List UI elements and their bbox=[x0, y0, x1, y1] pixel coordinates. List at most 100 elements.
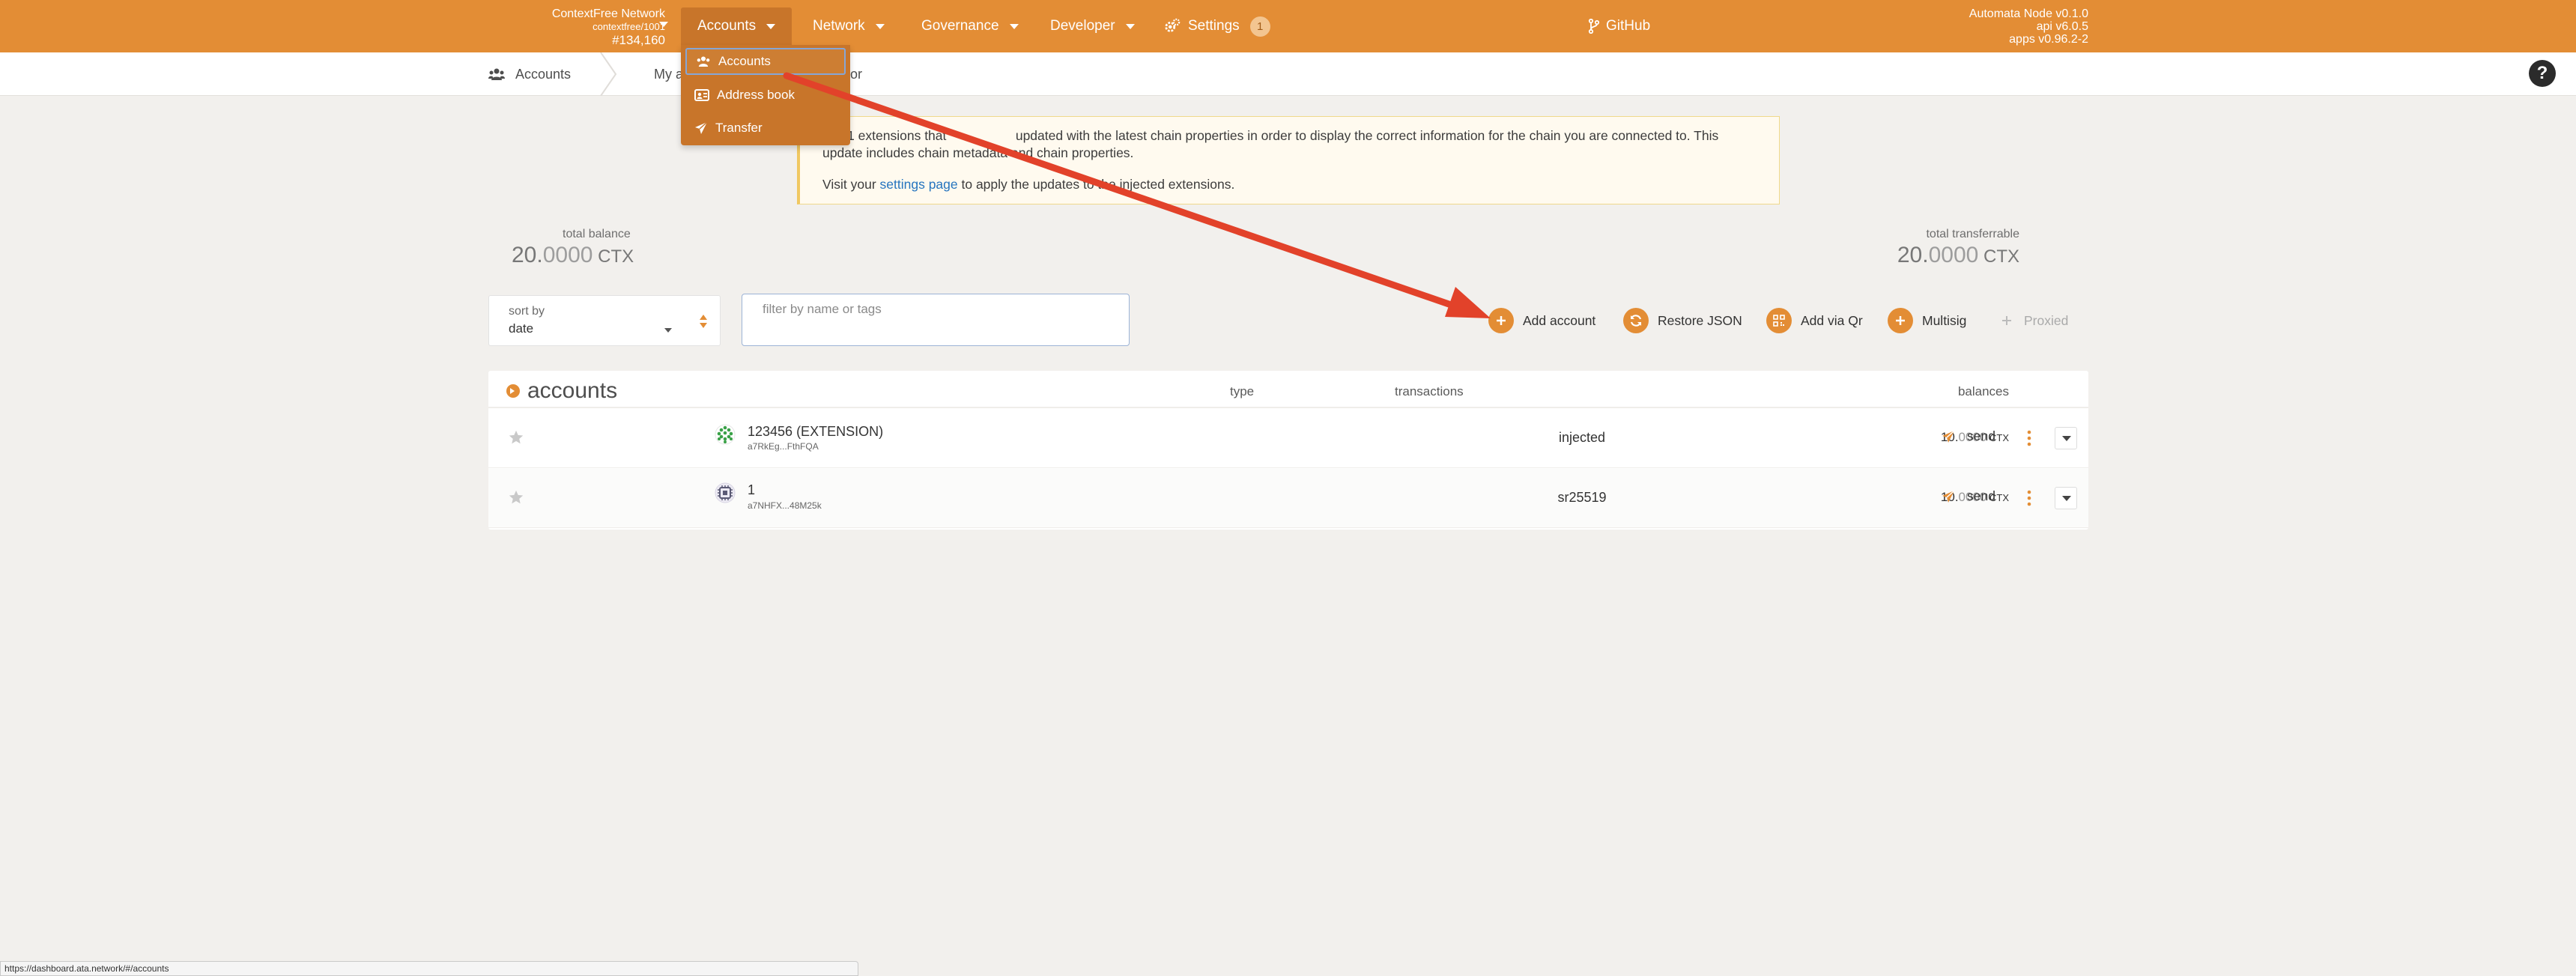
total-transferrable-decimal: 0000 bbox=[1928, 243, 1979, 267]
filter-input[interactable]: filter by name or tags bbox=[742, 294, 1130, 346]
add-account-label: Add account bbox=[1523, 312, 1596, 328]
nav-governance-label: Governance bbox=[921, 18, 999, 34]
total-balance-decimal: 0000 bbox=[542, 243, 593, 267]
dropdown-accounts-label: Accounts bbox=[718, 54, 771, 68]
sort-by-value: date bbox=[509, 321, 534, 336]
nav-accounts[interactable]: Accounts bbox=[681, 7, 793, 45]
users-icon bbox=[488, 68, 505, 80]
column-header-balances: balances bbox=[1957, 384, 2009, 398]
sub-tabs-bar: Accounts My a tor bbox=[0, 52, 2576, 96]
nav-network-label: Network bbox=[813, 18, 865, 34]
nav-github[interactable]: GitHub bbox=[1572, 7, 1667, 45]
api-version: api v6.0.5 bbox=[2036, 20, 2088, 33]
accounts-dropdown-menu: Accounts Address book Transfer bbox=[681, 45, 850, 145]
send-label: send bbox=[1967, 428, 1995, 443]
total-balance-integer: 20. bbox=[512, 243, 543, 267]
nav-github-label: GitHub bbox=[1606, 18, 1651, 34]
sort-by-select[interactable]: sort by date bbox=[488, 295, 721, 346]
column-header-transactions: transactions bbox=[1395, 384, 1464, 398]
filter-placeholder: filter by name or tags bbox=[763, 302, 882, 316]
table-row[interactable]: 1 a7NHFX...48M25k sr25519 10.0000 CTX se… bbox=[488, 469, 2088, 528]
more-options-icon[interactable] bbox=[2027, 490, 2031, 506]
settings-badge: 1 bbox=[1249, 16, 1270, 37]
nav-governance[interactable]: Governance bbox=[905, 7, 1035, 45]
help-button[interactable]: ? bbox=[2529, 60, 2556, 87]
chain-name: ContextFree Network bbox=[551, 7, 665, 20]
plus-icon bbox=[1888, 308, 1913, 333]
account-address: a7RkEg...FthFQA bbox=[748, 441, 819, 452]
paper-plane-icon bbox=[1942, 489, 1955, 503]
play-circle-icon bbox=[506, 384, 520, 398]
chevron-down-icon[interactable] bbox=[659, 22, 668, 27]
settings-page-link[interactable]: settings page bbox=[880, 177, 958, 192]
notice-line1-hidden: need to be bbox=[950, 128, 1012, 143]
dropdown-address-book-label: Address book bbox=[717, 88, 795, 102]
total-transferrable-unit: CTX bbox=[1978, 246, 2019, 267]
nav-accounts-label: Accounts bbox=[697, 18, 757, 34]
expand-row-button[interactable] bbox=[2055, 427, 2077, 449]
extension-update-notice: ave 1 extensions that need to be updated… bbox=[797, 116, 1780, 204]
notice-line3-after: to apply the updates to the injected ext… bbox=[957, 177, 1235, 192]
notice-text-line: ave 1 extensions that need to be updated… bbox=[822, 127, 1757, 162]
apps-version: apps v0.96.2-2 bbox=[2009, 33, 2088, 46]
users-icon bbox=[697, 56, 710, 67]
more-options-icon[interactable] bbox=[2027, 430, 2031, 446]
dropdown-transfer-label: Transfer bbox=[715, 121, 763, 135]
nav-developer[interactable]: Developer bbox=[1034, 7, 1151, 45]
browser-status-url: https://dashboard.ata.network/#/accounts bbox=[0, 961, 858, 976]
notice-line1-rest: updated with the latest chain properties… bbox=[1011, 128, 1719, 143]
tabs-section-title: Accounts bbox=[488, 52, 571, 96]
account-type: injected bbox=[1558, 430, 1606, 445]
nav-network[interactable]: Network bbox=[796, 7, 901, 45]
nav-settings[interactable]: Settings 1 bbox=[1148, 7, 1287, 45]
nav-settings-label: Settings bbox=[1188, 18, 1240, 34]
total-balance-value: 20.0000 CTX bbox=[512, 243, 634, 268]
table-title-label: accounts bbox=[527, 378, 618, 403]
sort-direction-icon[interactable] bbox=[699, 313, 708, 330]
proxied-button[interactable]: Proxied bbox=[1998, 308, 2068, 333]
chevron-down-icon bbox=[766, 23, 776, 29]
add-account-button[interactable]: Add account bbox=[1488, 308, 1595, 333]
chain-node: contextfree/1001 bbox=[593, 21, 665, 32]
chevron-down-icon bbox=[875, 23, 885, 29]
dropdown-item-address-book[interactable]: Address book bbox=[685, 82, 846, 109]
total-transferrable-integer: 20. bbox=[1897, 243, 1929, 267]
restore-json-label: Restore JSON bbox=[1658, 312, 1742, 328]
send-button[interactable]: send bbox=[1942, 428, 1995, 444]
gears-icon bbox=[1165, 18, 1181, 32]
sort-by-label: sort by bbox=[509, 305, 545, 318]
column-header-type: type bbox=[1230, 384, 1255, 398]
expand-row-button[interactable] bbox=[2055, 487, 2077, 509]
table-row[interactable]: 123456 (EXTENSION) a7RkEg...FthFQA injec… bbox=[488, 409, 2088, 468]
add-via-qr-button[interactable]: Add via Qr bbox=[1766, 308, 1863, 333]
chain-selector[interactable]: ContextFree Network contextfree/1001 #13… bbox=[524, 7, 665, 48]
account-address: a7NHFX...48M25k bbox=[748, 500, 822, 511]
dropdown-item-transfer[interactable]: Transfer bbox=[685, 115, 846, 142]
dropdown-item-accounts[interactable]: Accounts bbox=[685, 48, 846, 75]
star-icon[interactable] bbox=[508, 429, 524, 446]
account-name[interactable]: 123456 (EXTENSION) bbox=[748, 424, 883, 440]
table-header: accounts type transactions balances bbox=[488, 371, 2088, 408]
account-type: sr25519 bbox=[1557, 490, 1607, 505]
chevron-down-icon bbox=[1125, 23, 1135, 29]
plus-icon bbox=[1488, 308, 1514, 333]
tabs-section-label: Accounts bbox=[515, 66, 572, 82]
total-transferrable-label: total transferrable bbox=[1926, 228, 2019, 240]
restore-json-button[interactable]: Restore JSON bbox=[1623, 308, 1742, 333]
qrcode-icon bbox=[1766, 308, 1792, 333]
paper-plane-icon bbox=[1942, 429, 1955, 443]
account-name[interactable]: 1 bbox=[748, 482, 755, 498]
star-icon[interactable] bbox=[508, 489, 524, 506]
identicon-icon[interactable] bbox=[715, 424, 736, 445]
version-info: Automata Node v0.1.0 api v6.0.5 apps v0.… bbox=[1969, 7, 2088, 46]
tab-my-accounts[interactable]: My a bbox=[654, 52, 683, 96]
plus-icon bbox=[1998, 308, 2015, 333]
multisig-button[interactable]: Multisig bbox=[1888, 308, 1966, 333]
notice-line3-before: Visit your bbox=[822, 177, 880, 192]
proxied-label: Proxied bbox=[2024, 312, 2069, 328]
chain-block-number: #134,160 bbox=[612, 33, 665, 47]
sync-icon bbox=[1623, 308, 1649, 333]
send-button[interactable]: send bbox=[1942, 488, 1995, 504]
node-version: Automata Node v0.1.0 bbox=[1969, 7, 2088, 20]
identicon-icon[interactable] bbox=[715, 482, 736, 503]
